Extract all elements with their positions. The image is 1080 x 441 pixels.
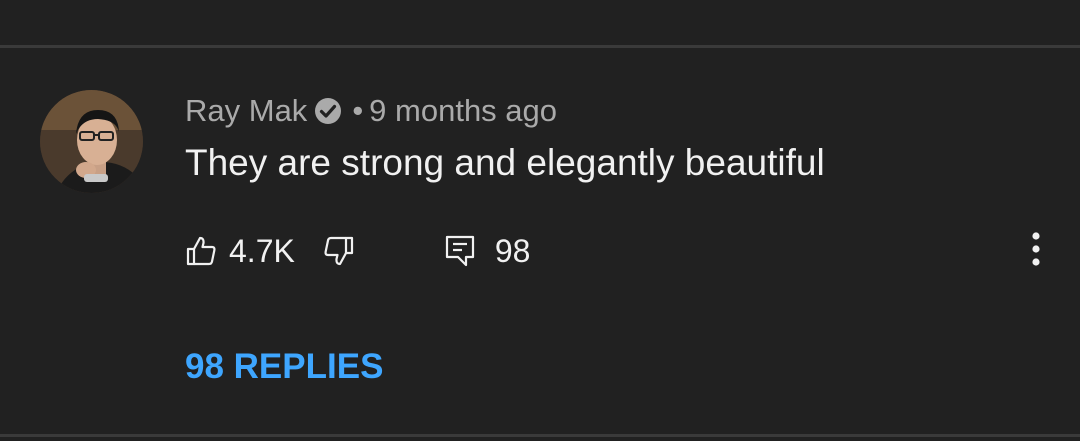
thumbs-up-icon [185,235,217,267]
thumbs-down-icon [323,235,355,267]
bottom-divider [0,434,1080,437]
like-count: 4.7K [229,232,295,269]
meta-separator: • [352,93,364,128]
avatar-image [40,90,143,193]
comment-meta: Ray Mak • 9 months ago [185,90,557,132]
more-options-button[interactable] [1016,230,1056,272]
view-replies-link[interactable]: 98 REPLIES [185,347,383,387]
avatar[interactable] [40,90,143,193]
reply-count: 98 [494,232,531,269]
like-button[interactable]: 4.7K [185,233,295,270]
reply-comment-icon [445,235,475,267]
verified-check-icon [314,97,342,125]
author-name[interactable]: Ray Mak [185,93,307,129]
top-divider [0,45,1080,48]
dislike-button[interactable] [323,235,355,267]
reply-button[interactable]: 98 [445,232,531,270]
comment-actions: 4.7K 98 [185,230,530,272]
comment-timestamp: 9 months ago [369,93,558,128]
comment-text: They are strong and elegantly beautiful [185,142,825,183]
more-vertical-icon [1031,231,1041,272]
